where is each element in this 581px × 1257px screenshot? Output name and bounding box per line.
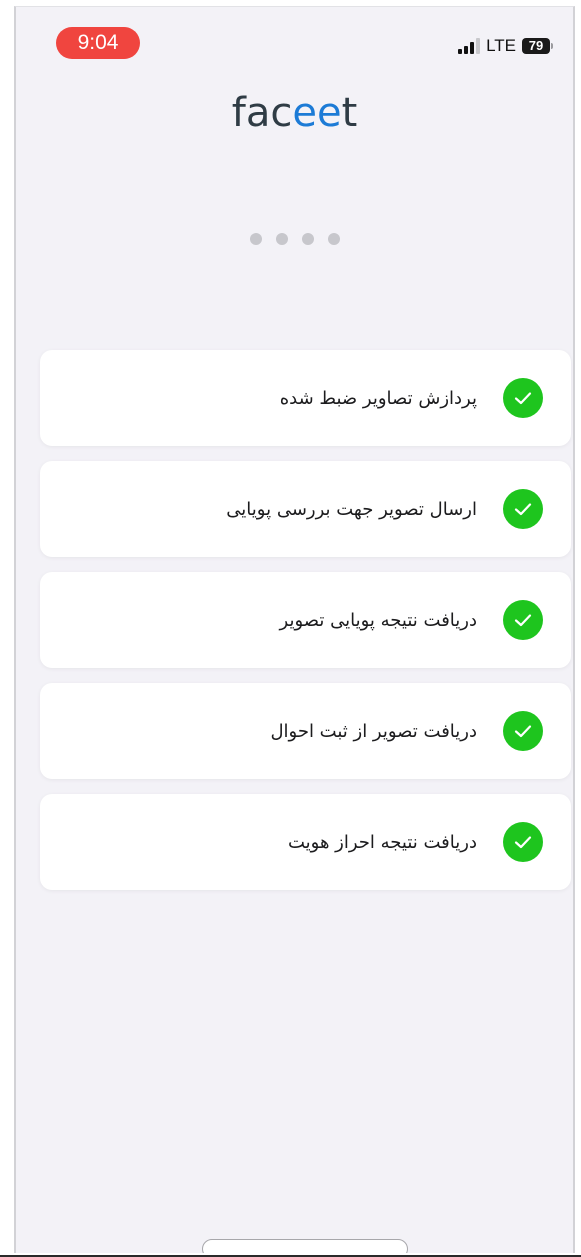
logo-text-middle: ee [292, 90, 342, 136]
network-type: LTE [486, 36, 516, 55]
check-icon [503, 489, 543, 529]
step-label: پردازش تصاویر ضبط شده [279, 387, 477, 409]
check-icon [503, 822, 543, 862]
status-time: 9:04 [56, 27, 140, 59]
home-indicator[interactable] [202, 1239, 408, 1253]
step-label: دریافت نتیجه پویایی تصویر [279, 609, 477, 631]
page-dot [301, 233, 314, 245]
step-card-send-image: ارسال تصویر جهت بررسی پویایی [40, 461, 571, 557]
step-card-liveness-result: دریافت نتیجه پویایی تصویر [40, 572, 571, 668]
logo-text-start: fac [231, 90, 293, 136]
logo-text-end: t [341, 90, 358, 136]
battery-icon: 79 [522, 38, 550, 54]
page-dot [327, 233, 340, 245]
status-indicators: LTE 79 [458, 35, 553, 57]
page-dot [249, 233, 262, 245]
step-label: دریافت نتیجه احراز هویت [287, 831, 477, 853]
phone-screen: 9:04 LTE 79 faceet پردازش تصاویر ضبط شده… [14, 6, 575, 1253]
check-icon [503, 711, 543, 751]
step-card-process-images: پردازش تصاویر ضبط شده [40, 350, 571, 446]
signal-strength-icon [458, 38, 481, 54]
step-label: دریافت تصویر از ثبت احوال [270, 720, 477, 742]
check-icon [503, 600, 543, 640]
step-label: ارسال تصویر جهت بررسی پویایی [226, 498, 477, 520]
page-indicator [16, 233, 573, 245]
step-card-identity-result: دریافت نتیجه احراز هویت [40, 794, 571, 890]
check-icon [503, 378, 543, 418]
faceet-logo: faceet [16, 85, 573, 141]
step-card-registry-image: دریافت تصویر از ثبت احوال [40, 683, 571, 779]
verification-steps-list: پردازش تصاویر ضبط شده ارسال تصویر جهت بر… [40, 350, 571, 905]
page-dot [275, 233, 288, 245]
battery-tip [551, 43, 553, 49]
